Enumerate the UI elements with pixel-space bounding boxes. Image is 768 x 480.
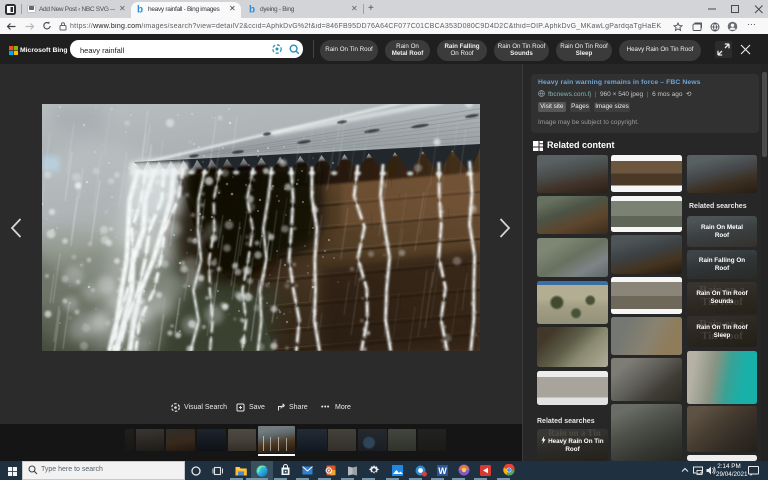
svg-text:b: b [137,5,143,15]
svg-text:W: W [438,465,447,475]
svg-text:b: b [249,5,255,15]
